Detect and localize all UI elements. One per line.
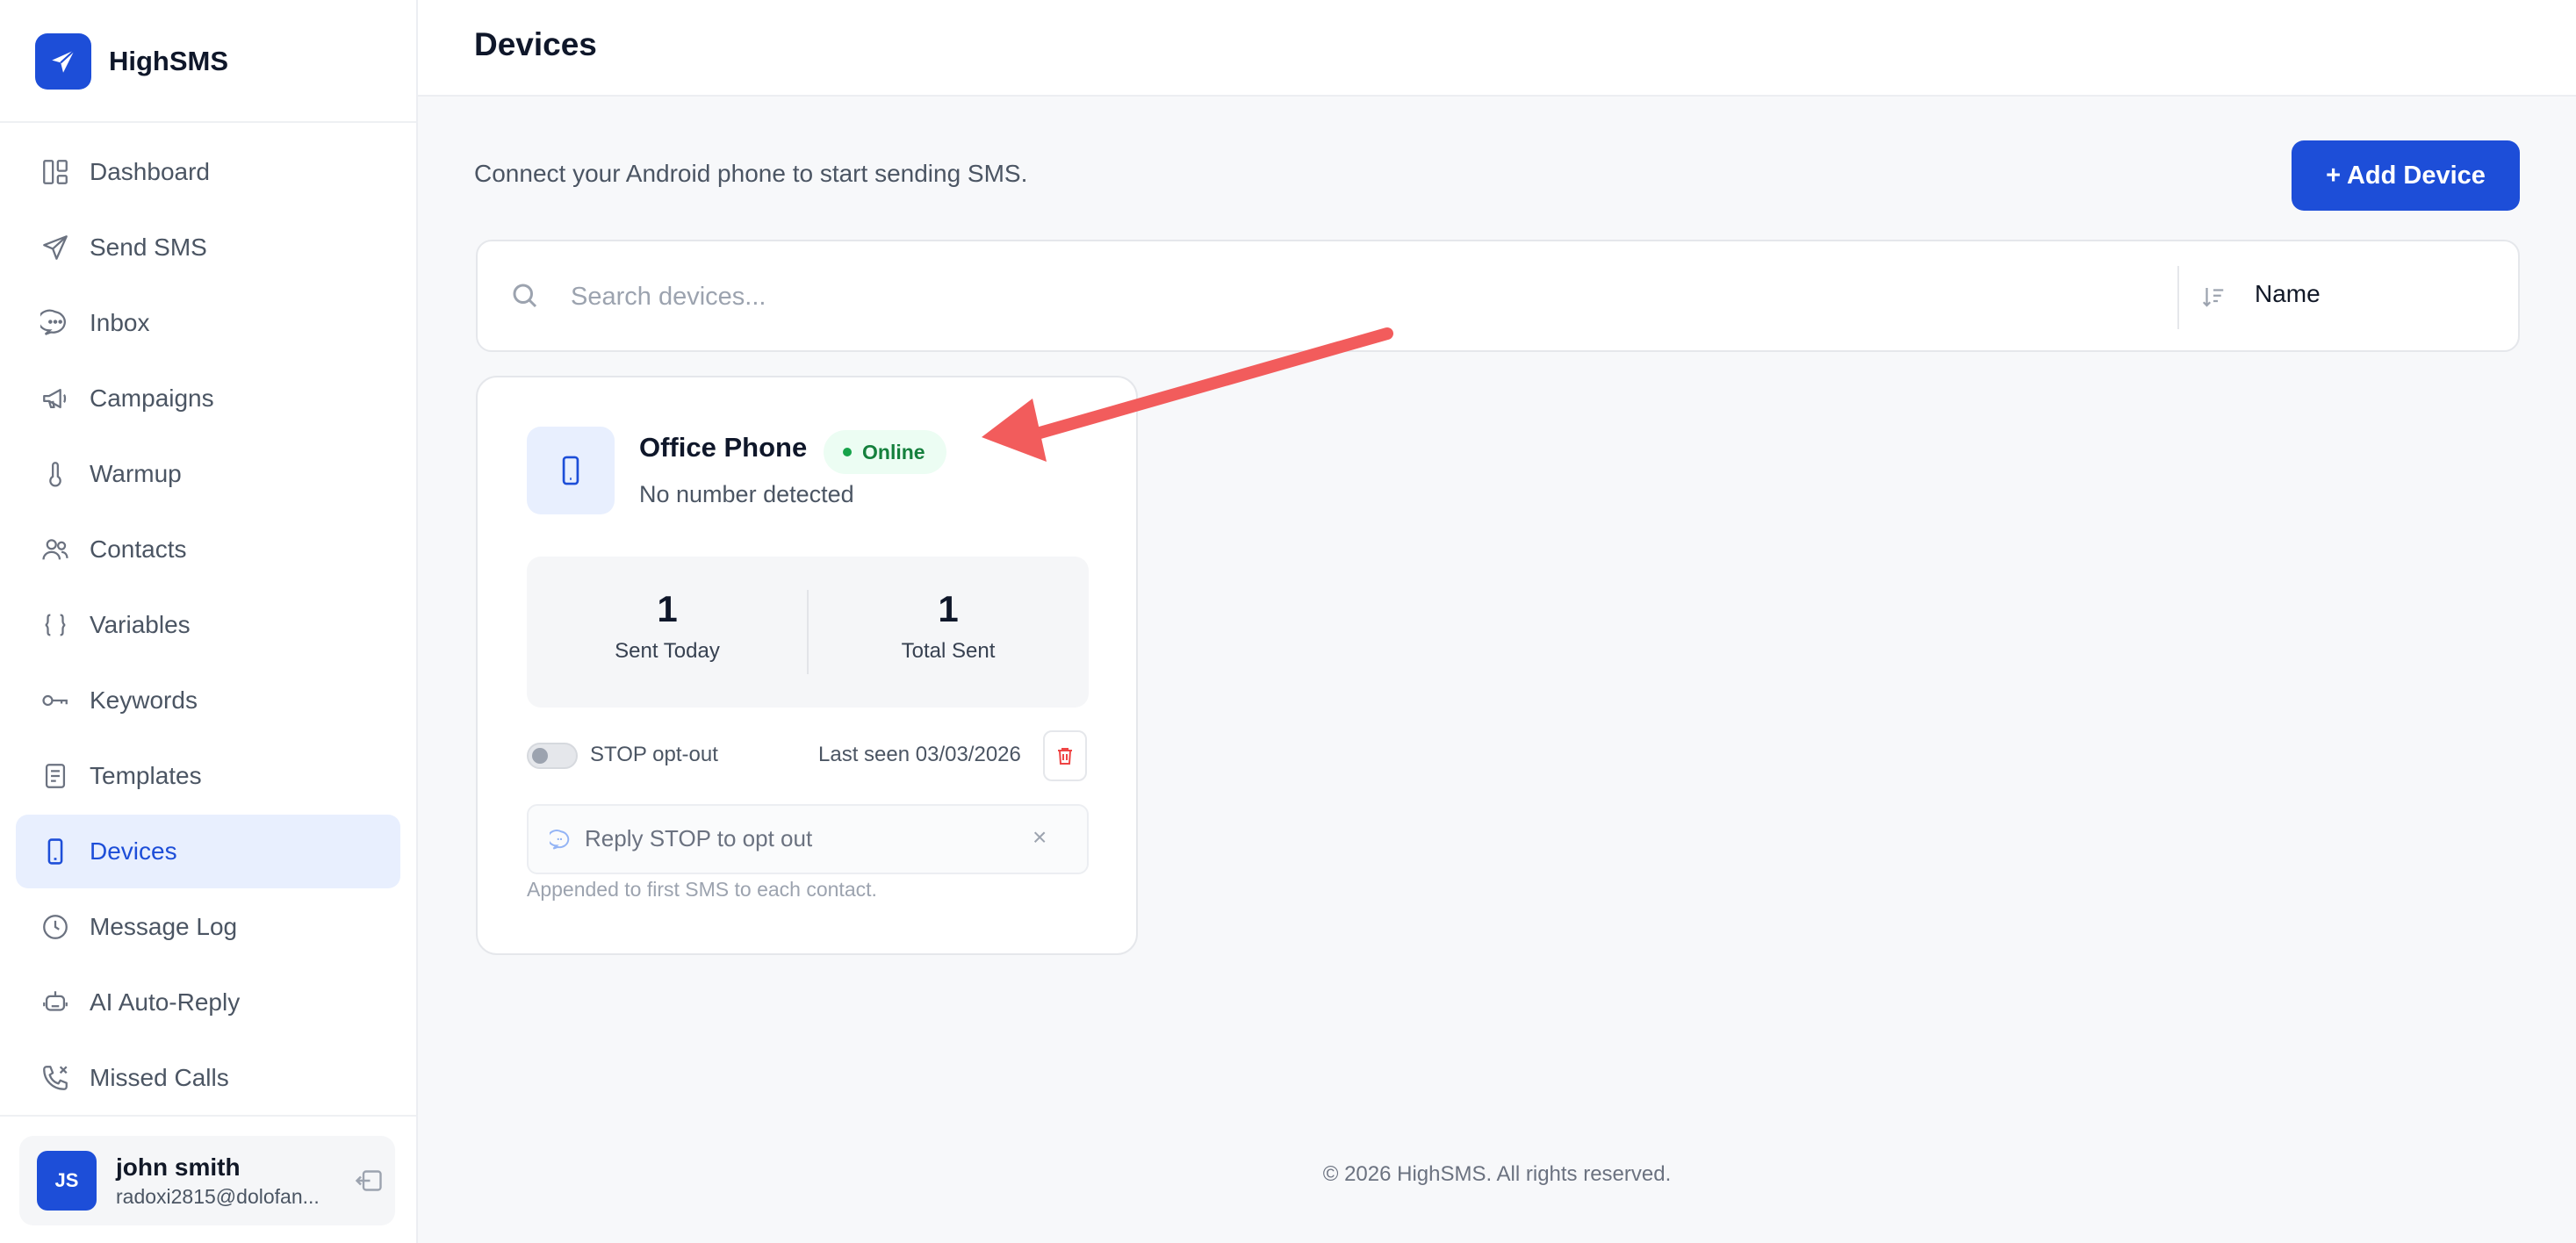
brand-name: HighSMS (109, 46, 229, 76)
user-email: radoxi2815@dolofan... (116, 1184, 320, 1208)
sidebar-item-label: Missed Calls (90, 1064, 229, 1091)
sidebar-item-contacts[interactable]: Contacts (16, 513, 400, 586)
sidebar-item-label: Templates (90, 762, 202, 789)
phone-icon (39, 835, 72, 868)
megaphone-icon (39, 382, 72, 415)
divider (0, 1115, 416, 1117)
top-bar: Devices (418, 0, 2576, 97)
user-info: john smith radoxi2815@dolofan... (116, 1153, 327, 1209)
braces-icon (39, 608, 72, 642)
sidebar-item-variables[interactable]: Variables (16, 588, 400, 662)
robot-icon (39, 986, 72, 1019)
footer-copyright: © 2026 HighSMS. All rights reserved. (1322, 1162, 1672, 1186)
sort-select[interactable]: Name (2255, 280, 2321, 308)
sidebar-item-label: Warmup (90, 460, 182, 487)
stat-sent-today: 1 Sent Today (527, 557, 808, 708)
sidebar-item-label: Inbox (90, 309, 150, 336)
last-seen-text: Last seen 03/03/2026 (818, 743, 1021, 766)
sidebar-item-templates[interactable]: Templates (16, 739, 400, 813)
chat-icon (39, 306, 72, 340)
stop-optout-label: STOP opt-out (590, 743, 718, 766)
device-name: Office Phone (639, 432, 808, 463)
clock-icon (39, 910, 72, 944)
user-card[interactable]: JS john smith radoxi2815@dolofan... (19, 1136, 395, 1225)
toggle-knob (532, 748, 548, 764)
status-dot-icon (843, 448, 852, 456)
optout-help-text: Appended to first SMS to each contact. (527, 878, 877, 901)
sidebar-item-label: Variables (90, 611, 191, 638)
brand[interactable]: HighSMS (35, 32, 228, 91)
sidebar-item-label: Devices (90, 837, 177, 865)
sort-icon[interactable] (2200, 284, 2227, 314)
thermometer-icon (39, 457, 72, 491)
sidebar: HighSMS Dashboard Send SMS Inbox Campaig… (0, 0, 418, 1243)
sidebar-item-warmup[interactable]: Warmup (16, 437, 400, 511)
divider (2177, 266, 2179, 329)
sidebar-item-label: Dashboard (90, 158, 210, 185)
sidebar-item-inbox[interactable]: Inbox (16, 286, 400, 360)
brand-logo-icon (35, 33, 91, 90)
optout-message-field[interactable]: Reply STOP to opt out × (527, 804, 1089, 874)
missed-call-icon (39, 1061, 72, 1095)
sidebar-item-ai-auto-reply[interactable]: AI Auto-Reply (16, 966, 400, 1039)
dashboard-icon (39, 155, 72, 189)
sidebar-item-label: Contacts (90, 535, 187, 563)
sidebar-item-dashboard[interactable]: Dashboard (16, 135, 400, 209)
optout-message-value: Reply STOP to opt out (585, 825, 813, 851)
page-title: Devices (474, 26, 597, 62)
document-icon (39, 759, 72, 793)
stat-total-sent: 1 Total Sent (808, 557, 1089, 708)
sidebar-item-keywords[interactable]: Keywords (16, 664, 400, 737)
chat-icon (547, 829, 572, 856)
key-icon (39, 684, 72, 717)
sidebar-item-campaigns[interactable]: Campaigns (16, 362, 400, 435)
stat-label: Total Sent (901, 639, 996, 663)
sidebar-nav: Dashboard Send SMS Inbox Campaigns Warmu… (16, 135, 400, 1117)
logout-icon[interactable] (349, 1161, 388, 1200)
phone-icon (527, 427, 615, 514)
device-number: No number detected (639, 481, 854, 507)
clear-icon[interactable]: × (1033, 823, 1047, 851)
sidebar-item-send-sms[interactable]: Send SMS (16, 211, 400, 284)
delete-device-button[interactable] (1043, 730, 1087, 781)
page-subtitle: Connect your Android phone to start send… (474, 160, 1028, 187)
status-badge: Online (824, 430, 946, 474)
sidebar-item-missed-calls[interactable]: Missed Calls (16, 1041, 400, 1115)
stat-value: 1 (657, 588, 678, 629)
search-icon (509, 280, 541, 316)
add-device-button[interactable]: + Add Device (2292, 140, 2520, 211)
sidebar-item-label: Message Log (90, 913, 238, 940)
annotation-arrow-icon (982, 327, 1393, 462)
search-bar: Name (476, 240, 2520, 352)
users-icon (39, 533, 72, 566)
sidebar-item-label: Campaigns (90, 384, 214, 412)
sidebar-item-devices[interactable]: Devices (16, 815, 400, 888)
user-name: john smith (116, 1153, 241, 1181)
sidebar-item-label: Keywords (90, 686, 198, 714)
sidebar-item-label: Send SMS (90, 234, 207, 261)
stop-optout-toggle[interactable] (527, 743, 578, 769)
avatar: JS (37, 1151, 97, 1211)
stat-label: Sent Today (615, 639, 720, 663)
device-stats: 1 Sent Today 1 Total Sent (527, 557, 1089, 708)
sidebar-item-label: AI Auto-Reply (90, 988, 241, 1016)
divider (0, 121, 416, 123)
stat-value: 1 (938, 588, 959, 629)
status-badge-label: Online (862, 440, 925, 463)
send-icon (39, 231, 72, 264)
sidebar-item-message-log[interactable]: Message Log (16, 890, 400, 964)
